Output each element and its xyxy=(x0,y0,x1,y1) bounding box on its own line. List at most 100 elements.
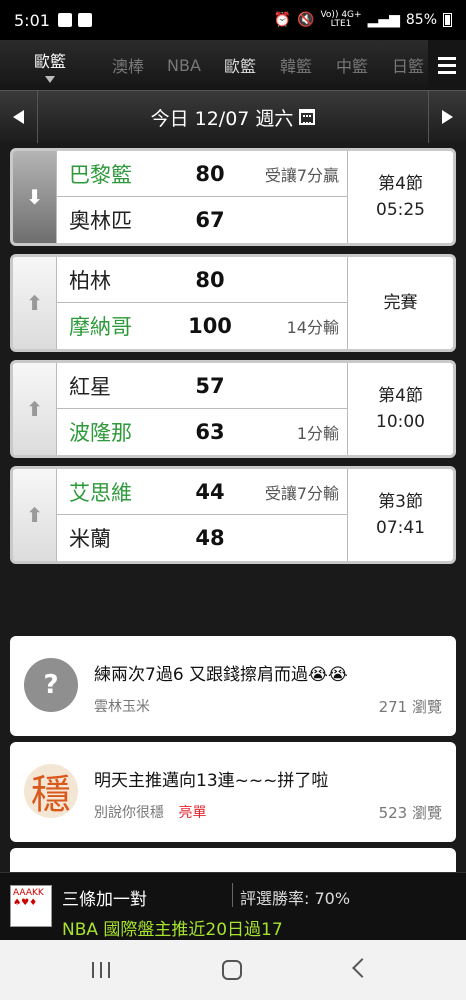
expand-toggle[interactable]: ⬆ xyxy=(13,257,57,349)
network-indicator: Vo)) 4G+ LTE1 xyxy=(320,11,361,29)
tab-league-2[interactable]: 歐籃 xyxy=(212,53,268,77)
status-bar: 5:01 ⏰ 🔇 Vo)) 4G+ LTE1 ▂▄▆ 85% xyxy=(0,0,466,40)
team-score: 57 xyxy=(195,373,225,398)
team-score: 80 xyxy=(195,267,225,292)
game-clock: 05:25 xyxy=(376,200,425,220)
banner-divider xyxy=(232,883,233,907)
tab-league-1[interactable]: NBA xyxy=(156,56,212,75)
handicap-result: 受讓7分贏 xyxy=(264,165,339,185)
checkbox-notification-icon xyxy=(77,13,92,27)
arrow-down-icon: ⬇ xyxy=(26,185,43,209)
post-title: 明天主推邁向13連~~~拼了啦 xyxy=(94,771,329,791)
home-icon[interactable] xyxy=(222,960,242,980)
arrow-up-icon: ⬆ xyxy=(26,503,43,527)
game-period: 第3節 xyxy=(378,492,423,512)
arrow-right-icon xyxy=(442,110,453,124)
arrow-up-icon: ⬆ xyxy=(26,291,43,315)
team-score: 80 xyxy=(195,161,225,186)
status-time: 5:01 xyxy=(14,10,50,30)
team-score: 100 xyxy=(188,314,232,338)
post-tag: 亮單 xyxy=(178,805,207,821)
team-row-away: 米蘭 48 xyxy=(57,515,347,561)
team-name: 米蘭 xyxy=(69,527,111,551)
handicap-result: 14分輸 xyxy=(286,318,339,337)
tab-league-3[interactable]: 韓籃 xyxy=(268,53,324,77)
game-list: ⬇ 巴黎籃 80 受讓7分贏 奧林匹 67 第4節 05:25 ⬆ 柏林 80 摩納哥 100 14分輸 完… xyxy=(10,148,456,572)
cards-text: AAAKK xyxy=(13,888,44,898)
post-views: 523 瀏覽 xyxy=(378,804,442,822)
gallery-icon xyxy=(57,13,72,27)
handicap-result: 受讓7分輸 xyxy=(264,483,339,503)
signal-icon: ▂▄▆ xyxy=(367,12,400,28)
avatar-text: 穩 xyxy=(31,772,71,818)
game-period: 第4節 xyxy=(378,174,423,194)
team-row-away: 奧林匹 67 xyxy=(57,197,347,243)
game-card[interactable]: ⬇ 巴黎籃 80 受讓7分贏 奧林匹 67 第4節 05:25 xyxy=(10,148,456,246)
team-row-home: 紅星 57 xyxy=(57,363,347,409)
tab-league-4[interactable]: 中籃 xyxy=(324,53,380,77)
expand-toggle[interactable]: ⬆ xyxy=(13,363,57,455)
team-score: 48 xyxy=(195,526,225,550)
game-clock: 10:00 xyxy=(376,412,425,432)
prev-day-button[interactable] xyxy=(0,91,38,143)
hamburger-icon-line xyxy=(438,70,456,74)
date-label: 今日 12/07 週六 xyxy=(150,107,294,130)
team-row-away: 波隆那 63 1分輸 xyxy=(57,409,347,455)
network-bottom: LTE1 xyxy=(330,19,352,29)
battery-icon xyxy=(443,13,452,27)
game-period: 完賽 xyxy=(383,293,418,313)
arrow-left-icon xyxy=(13,110,24,124)
team-name: 摩納哥 xyxy=(69,315,132,339)
banner-win-rate: 評選勝率: 70% xyxy=(240,889,351,908)
dropdown-triangle-icon xyxy=(45,75,55,83)
mute-icon: 🔇 xyxy=(297,12,315,28)
post-author: 別說你很穩 亮單 xyxy=(94,802,206,822)
banner-title: 三條加一對 xyxy=(62,890,147,910)
team-rows: 柏林 80 摩納哥 100 14分輸 xyxy=(57,257,347,349)
team-row-away: 摩納哥 100 14分輸 xyxy=(57,303,347,349)
game-card[interactable]: ⬆ 紅星 57 波隆那 63 1分輸 第4節 10:00 xyxy=(10,360,456,458)
calendar-icon xyxy=(299,109,316,125)
next-day-button[interactable] xyxy=(428,91,466,143)
game-card[interactable]: ⬆ 柏林 80 摩納哥 100 14分輸 完賽 xyxy=(10,254,456,352)
team-name: 艾思維 xyxy=(69,480,132,505)
promo-banner[interactable]: AAAKK ♠♥♦ 三條加一對 評選勝率: 70% NBA 國際盤主推近20日過1… xyxy=(0,872,466,940)
league-selector[interactable]: 歐籃 xyxy=(0,40,100,90)
game-status: 第4節 10:00 xyxy=(347,363,453,455)
battery-text: 85% xyxy=(405,12,437,28)
post-author: 雲林玉米 xyxy=(94,696,150,716)
team-score: 67 xyxy=(195,208,225,232)
team-score: 44 xyxy=(195,479,225,504)
arrow-up-icon: ⬆ xyxy=(26,397,43,421)
post-card[interactable]: ? 練兩次7過6 又跟錢擦肩而過😭😭 雲林玉米 271 瀏覽 xyxy=(10,636,456,736)
post-card[interactable]: 穩 明天主推邁向13連~~~拼了啦 別說你很穩 亮單 523 瀏覽 xyxy=(10,742,456,842)
wen-avatar-icon: 穩 xyxy=(24,764,78,818)
league-selector-label: 歐籃 xyxy=(33,51,66,71)
avatar-text: ? xyxy=(43,670,59,700)
date-bar: 今日 12/07 週六 xyxy=(0,90,466,143)
post-author-name: 雲林玉米 xyxy=(94,699,150,715)
team-rows: 紅星 57 波隆那 63 1分輸 xyxy=(57,363,347,455)
post-author-name: 別說你很穩 xyxy=(94,805,164,821)
game-period: 第4節 xyxy=(378,386,423,406)
team-row-home: 艾思維 44 受讓7分輸 xyxy=(57,469,347,515)
tab-league-0[interactable]: 澳棒 xyxy=(100,53,156,77)
team-name: 波隆那 xyxy=(69,421,132,445)
system-nav-bar xyxy=(0,940,466,1000)
expand-toggle[interactable]: ⬇ xyxy=(13,151,57,243)
hamburger-icon-line xyxy=(438,63,456,67)
date-picker[interactable]: 今日 12/07 週六 xyxy=(38,91,428,143)
game-status: 完賽 xyxy=(347,257,453,349)
question-avatar-icon: ? xyxy=(24,658,78,712)
poker-cards-icon: AAAKK ♠♥♦ xyxy=(10,885,52,927)
game-status: 第4節 05:25 xyxy=(347,151,453,243)
menu-button[interactable] xyxy=(428,40,466,90)
back-icon[interactable] xyxy=(352,958,372,978)
team-name: 柏林 xyxy=(69,268,111,293)
recent-apps-icon[interactable] xyxy=(92,962,110,978)
team-row-home: 柏林 80 xyxy=(57,257,347,303)
post-views: 271 瀏覽 xyxy=(378,698,442,716)
game-card[interactable]: ⬆ 艾思維 44 受讓7分輸 米蘭 48 第3節 07:41 xyxy=(10,466,456,564)
team-score: 63 xyxy=(195,420,225,444)
expand-toggle[interactable]: ⬆ xyxy=(13,469,57,561)
